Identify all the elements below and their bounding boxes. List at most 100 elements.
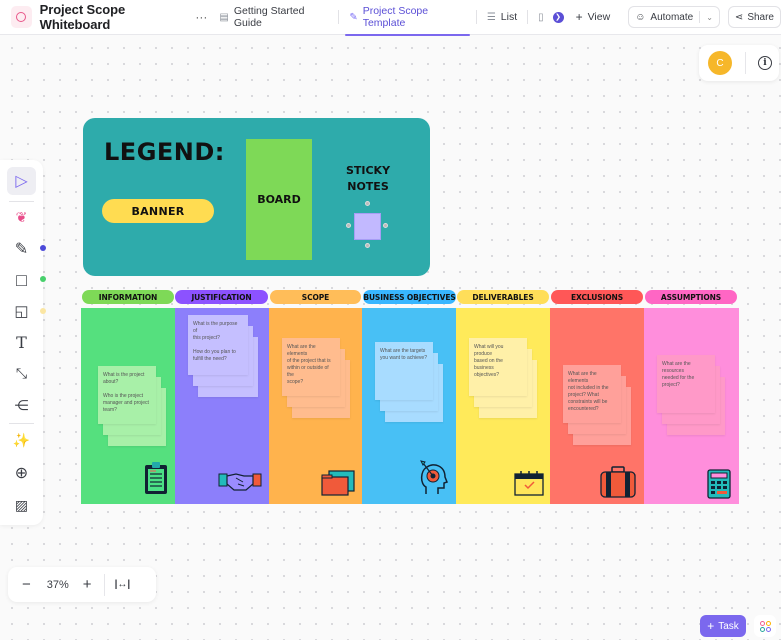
- sticky-note-text: constraints will be: [568, 399, 608, 405]
- share-label: Share: [747, 11, 774, 23]
- zoom-controls: − 37% + |↔|: [8, 567, 156, 602]
- sticky-note-text: What is the project: [103, 372, 145, 378]
- user-panel: C i: [699, 45, 779, 81]
- doc-icon: ▤: [219, 11, 229, 23]
- sticky-note[interactable]: What will you produce based on the busine…: [469, 338, 527, 396]
- shape-color-dot: [40, 276, 46, 282]
- sticky-note-text: based on the business: [474, 358, 503, 371]
- robot-icon: ☺: [635, 11, 646, 23]
- sticky-note[interactable]: What is the project about? Who is the proj…: [98, 366, 156, 424]
- divider: [475, 10, 477, 24]
- add-view-label: View: [587, 11, 611, 23]
- resize-handle[interactable]: [383, 223, 388, 228]
- share-button[interactable]: ⋖ Share: [727, 6, 781, 28]
- panel-icon: ▯: [538, 11, 544, 23]
- info-icon[interactable]: i: [758, 56, 772, 70]
- image-icon[interactable]: ▨: [7, 491, 36, 519]
- briefcase-icon: [599, 466, 637, 503]
- sticky-note-text: What are the resources: [662, 361, 691, 374]
- column-banner[interactable]: INFORMATION: [82, 290, 174, 304]
- magic-wand-icon[interactable]: ✨: [7, 426, 36, 454]
- calendar-check-icon: [514, 470, 544, 501]
- automate-button[interactable]: ☺ Automate ⌄: [628, 6, 720, 28]
- select-tool-icon[interactable]: ▷: [7, 167, 36, 195]
- sticky-note-icon[interactable]: ◱: [7, 297, 36, 325]
- sticky-note[interactable]: What are the elements not included in the…: [563, 365, 621, 423]
- divider: [527, 10, 529, 24]
- clipboard-icon: [143, 461, 169, 500]
- task-label: Task: [718, 620, 739, 632]
- sticky-note-text: objectives?: [474, 372, 500, 378]
- legend-banner: BANNER: [102, 199, 214, 223]
- sticky-note-text: What are the elements: [568, 371, 597, 384]
- sticky-note-text: How do you plan to: [193, 349, 236, 355]
- sticky-note-text: project? What: [568, 392, 599, 398]
- share-icon: ⋖: [734, 11, 744, 23]
- sticky-note-text: What will you produce: [474, 344, 504, 357]
- tab-list[interactable]: ☰ List: [483, 0, 521, 35]
- tab-label: Getting Started Guide: [233, 5, 305, 29]
- pen-color-dot: [40, 245, 46, 251]
- column-banner[interactable]: BUSINESS OBJECTIVES: [363, 290, 456, 304]
- legend-sticky-label: STICKY NOTES: [345, 164, 391, 193]
- sticky-note-text: [103, 386, 151, 393]
- tab-label: Project Scope Template: [362, 5, 429, 29]
- list-icon: ☰: [486, 11, 496, 23]
- ai-generate-icon[interactable]: ❦: [7, 203, 36, 231]
- connector-icon[interactable]: ⤡: [7, 359, 36, 387]
- legend-title: LEGEND:: [104, 138, 225, 166]
- pen-icon[interactable]: ✎: [7, 235, 36, 263]
- apps-button[interactable]: [754, 615, 776, 637]
- tab-getting-started[interactable]: ▤ Getting Started Guide: [215, 0, 332, 35]
- sticky-note[interactable]: What are the elements of the project that…: [282, 338, 340, 396]
- fit-to-screen-icon[interactable]: |↔|: [115, 579, 131, 590]
- whiteboard-icon: ✎: [349, 11, 358, 23]
- resize-handle[interactable]: [346, 223, 351, 228]
- zoom-in-button[interactable]: +: [83, 576, 92, 593]
- resize-handle[interactable]: [365, 201, 370, 206]
- chevron-right-icon: ❯: [552, 11, 564, 23]
- add-view-button[interactable]: + View: [572, 0, 615, 35]
- sticky-note-text: this project?: [193, 335, 220, 341]
- legend-panel[interactable]: LEGEND: BANNER BOARD STICKY NOTES: [83, 118, 430, 276]
- page-title[interactable]: Project Scope Whiteboard: [40, 2, 190, 32]
- handshake-icon: [218, 470, 262, 497]
- tab-project-scope-template[interactable]: ✎ Project Scope Template: [345, 0, 470, 36]
- calculator-icon: [707, 469, 731, 504]
- sticky-note-text: [193, 342, 243, 349]
- folder-icon: [320, 469, 356, 502]
- avatar[interactable]: C: [708, 51, 732, 75]
- column-banner[interactable]: SCOPE: [270, 290, 361, 304]
- globe-icon[interactable]: ⊕: [7, 459, 36, 487]
- sticky-note-text: team?: [103, 407, 117, 413]
- tab-label: List: [500, 11, 518, 23]
- sticky-note-text: not included in the: [568, 385, 609, 391]
- sticky-note-text: What is the purpose of: [193, 321, 238, 334]
- sticky-note-text: you want to achieve?: [380, 355, 427, 361]
- column-banner[interactable]: JUSTIFICATION: [175, 290, 268, 304]
- more-views-button[interactable]: ▯ ❯: [534, 0, 568, 35]
- column-banner[interactable]: ASSUMPTIONS: [645, 290, 737, 304]
- sticky-note-text: fulfill the need?: [193, 356, 227, 362]
- divider: [338, 10, 340, 24]
- add-task-button[interactable]: + Task: [700, 615, 746, 637]
- target-head-icon: [418, 459, 448, 500]
- sticky-note[interactable]: What are the targets you want to achieve?: [375, 342, 433, 400]
- sticky-note[interactable]: What are the resources needed for the pro…: [657, 355, 715, 413]
- column-banner[interactable]: DELIVERABLES: [457, 290, 549, 304]
- zoom-level[interactable]: 37%: [47, 579, 69, 591]
- sticky-note-text: What are the elements: [287, 344, 316, 357]
- plus-icon: +: [707, 619, 715, 633]
- column-banner[interactable]: EXCLUSIONS: [551, 290, 643, 304]
- resize-handle[interactable]: [365, 243, 370, 248]
- sticky-note-text: within or outside of the: [287, 365, 329, 378]
- text-icon[interactable]: T: [7, 328, 36, 356]
- shape-icon[interactable]: □: [7, 266, 36, 294]
- mind-map-icon[interactable]: ⋲: [7, 391, 36, 419]
- sticky-note[interactable]: What is the purpose of this project? How d…: [188, 315, 248, 375]
- more-options-button[interactable]: ···: [195, 10, 207, 24]
- chevron-down-icon[interactable]: ⌄: [706, 13, 713, 22]
- zoom-out-button[interactable]: −: [22, 576, 31, 593]
- plus-icon: +: [575, 10, 583, 24]
- sticky-note-text: about?: [103, 379, 119, 385]
